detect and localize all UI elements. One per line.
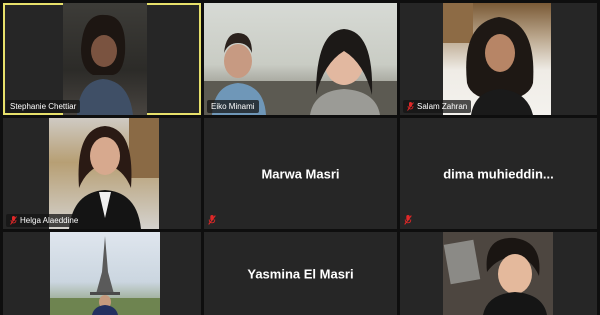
microphone-muted-icon (10, 216, 17, 225)
microphone-muted-icon (208, 215, 216, 225)
participant-display-name: dima muhieddin... (443, 166, 554, 181)
participant-name-label: Salam Zahran (403, 100, 472, 113)
participant-video (50, 232, 160, 315)
participant-video (49, 118, 159, 229)
participant-tile-marwa-masri[interactable]: Marwa Masri (204, 118, 397, 229)
eiffel-tower-photo (50, 236, 160, 315)
participant-tile-helga-alaeddine[interactable]: Helga Alaeddine (3, 118, 201, 229)
participant-tile-9[interactable] (400, 232, 597, 315)
participant-name-label: Eiko Minami (207, 100, 259, 113)
people-silhouettes (204, 29, 397, 115)
participant-name-label: Helga Alaeddine (6, 214, 83, 227)
gallery-view: Stephanie Chettiar Eiko Minami Salam Zah… (0, 0, 600, 315)
participant-name-label: Stephanie Chettiar (6, 100, 81, 113)
child-photo (443, 232, 553, 315)
microphone-muted-icon (404, 215, 412, 225)
participant-display-name: Yasmina El Masri (247, 266, 354, 281)
participant-tile-dima-muhieddin[interactable]: dima muhieddin... (400, 118, 597, 229)
person-silhouette (69, 118, 159, 229)
participant-video (204, 3, 397, 115)
participant-video (443, 232, 553, 315)
participant-tile-eiko-minami[interactable]: Eiko Minami (204, 3, 397, 115)
microphone-muted-icon (407, 102, 414, 111)
participant-video (443, 3, 551, 115)
person-silhouette (443, 3, 534, 115)
participant-tile-stephanie-chettiar[interactable]: Stephanie Chettiar (3, 3, 201, 115)
participant-tile-salam-zahran[interactable]: Salam Zahran (400, 3, 597, 115)
person-silhouette (77, 14, 133, 115)
participant-display-name: Marwa Masri (261, 166, 340, 181)
participant-tile-yasmina-el-masri[interactable]: Yasmina El Masri (204, 232, 397, 315)
participant-video (63, 3, 147, 115)
participant-tile-7[interactable] (3, 232, 201, 315)
